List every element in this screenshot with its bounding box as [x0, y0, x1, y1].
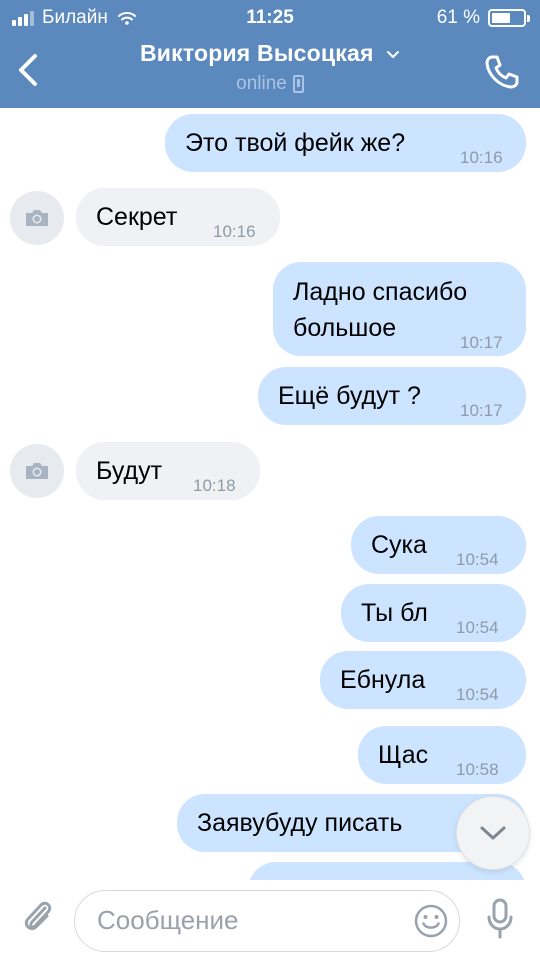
message-bubble-incoming[interactable]: Секрет 10:16 — [76, 188, 280, 246]
chevron-left-icon — [19, 54, 37, 86]
online-status-text: online — [236, 73, 287, 94]
message-time: 10:16 — [213, 222, 256, 241]
battery-icon — [488, 9, 530, 27]
emoji-button[interactable] — [411, 901, 451, 941]
smiley-icon — [414, 904, 448, 938]
camera-icon — [26, 463, 48, 479]
paperclip-icon — [24, 901, 52, 931]
message-time: 10:58 — [456, 760, 499, 779]
status-bar-right: 61 % — [436, 7, 530, 29]
message-text: Это твой фейк же? — [185, 129, 406, 157]
message-bubble-outgoing[interactable]: Это твой фейк же? 10:16 — [165, 114, 526, 172]
message-bubble-outgoing[interactable]: Ты бл 10:54 — [341, 584, 526, 642]
chevron-down-icon — [480, 826, 506, 840]
message-list[interactable]: Это твой фейк же? 10:16 Секрет 10:16 Лад… — [0, 108, 540, 880]
message-text: Секрет — [96, 203, 178, 231]
battery-percent: 61 % — [436, 7, 480, 28]
message-text: Ебнула — [340, 666, 426, 694]
message-time: 10:54 — [456, 550, 499, 569]
message-time: 10:17 — [460, 401, 503, 420]
message-input-placeholder: Сообщение — [97, 905, 239, 935]
contact-name[interactable]: Виктория Высоцкая — [140, 40, 374, 67]
microphone-icon — [487, 898, 513, 939]
message-text: Заявубуду писать — [197, 809, 403, 837]
battery-level — [492, 13, 511, 23]
chat-screen: Билайн 11:25 61 % Виктория Высоцкая onli… — [0, 0, 540, 960]
message-time: 10:18 — [193, 476, 236, 495]
mobile-device-icon — [292, 75, 304, 93]
phone-icon — [485, 55, 519, 89]
contact-avatar[interactable] — [10, 444, 64, 498]
message-time: 10:54 — [456, 685, 499, 704]
message-text-line-2: большое — [293, 314, 397, 342]
scroll-to-bottom-button[interactable] — [456, 796, 530, 870]
microphone-button[interactable] — [478, 894, 522, 944]
chevron-down-icon — [387, 50, 400, 58]
message-text-line-1: Ладно спасибо — [293, 278, 468, 306]
attach-button[interactable] — [16, 896, 60, 940]
message-text: Щас — [378, 741, 429, 769]
message-bubble-outgoing[interactable]: Сука 10:54 — [351, 516, 526, 574]
message-text: Будут — [96, 457, 163, 485]
message-bubble-outgoing[interactable]: Щас 10:58 — [358, 726, 526, 784]
call-button[interactable] — [478, 48, 526, 96]
message-input[interactable]: Сообщение — [74, 890, 460, 952]
message-time: 10:16 — [460, 148, 503, 167]
chat-header: Билайн 11:25 61 % Виктория Высоцкая onli… — [0, 0, 540, 108]
message-composer: Сообщение — [0, 880, 540, 960]
message-time: 10:17 — [460, 333, 503, 352]
online-status: online — [80, 73, 460, 95]
status-bar: Билайн 11:25 61 % — [0, 0, 540, 34]
message-bubble-outgoing[interactable]: Ещё будут ? 10:17 — [258, 367, 526, 425]
message-text: Ты бл — [361, 599, 428, 627]
camera-icon — [26, 210, 48, 226]
message-bubble-outgoing[interactable]: Ебнула 10:54 — [320, 651, 526, 709]
message-time: 10:54 — [456, 618, 499, 637]
message-bubble-incoming[interactable]: Будут 10:18 — [76, 442, 260, 500]
message-bubble-outgoing[interactable]: Ладно спасибо большое 10:17 — [273, 262, 526, 356]
chat-title[interactable]: Виктория Высоцкая online — [80, 40, 460, 95]
back-button[interactable] — [6, 46, 50, 94]
message-text: Сука — [371, 531, 427, 559]
message-text: Ещё будут ? — [278, 382, 421, 410]
contact-avatar[interactable] — [10, 191, 64, 245]
